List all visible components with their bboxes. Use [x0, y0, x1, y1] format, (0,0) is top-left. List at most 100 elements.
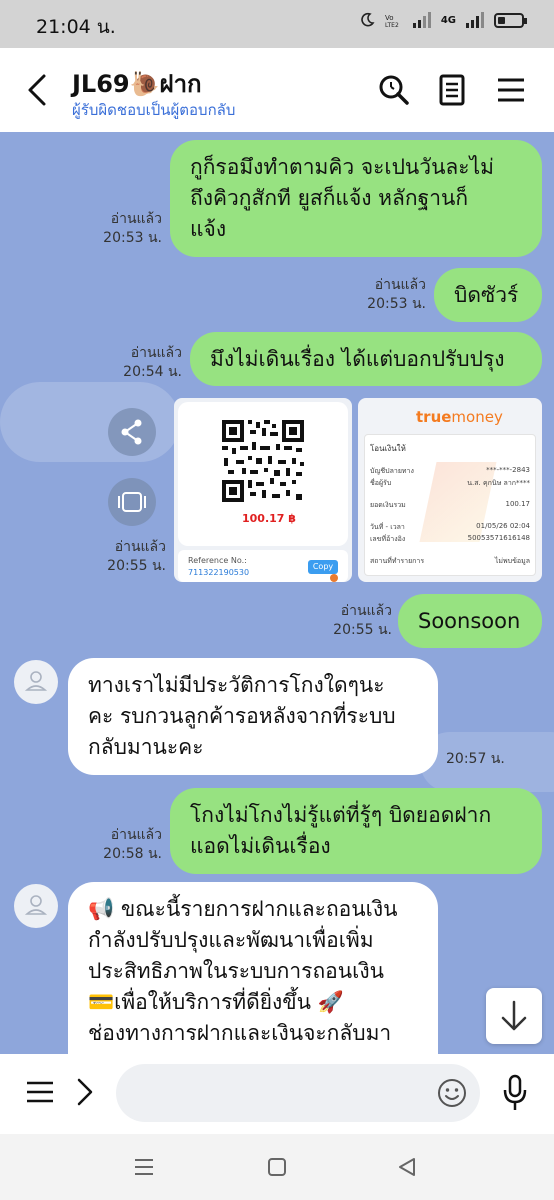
avatar[interactable] — [14, 660, 58, 704]
slip-row-label: ชื่อผู้รับ — [370, 479, 392, 487]
microphone-icon[interactable] — [500, 1074, 530, 1112]
android-navigation-bar — [0, 1134, 554, 1200]
chat-header: JL69🐌ฝาก ผู้รับผิดชอบเป็นผู้ตอบกลับ — [0, 48, 554, 132]
message-bubble-mine[interactable]: มึงไม่เดินเรื่อง ได้แต่บอกปรับปรุง — [190, 332, 542, 386]
truemoney-logo: truemoney — [416, 408, 503, 426]
home-icon[interactable] — [266, 1156, 288, 1178]
slip-row-label: สถานที่ทำรายการ — [370, 557, 425, 565]
message-line: กลับมานะคะ — [88, 735, 204, 759]
message-line: โกงไม่โกงไม่รู้แต่ที่รู้ๆ บิดยอดฝาก — [190, 803, 492, 827]
volte-icon: VoLTE2 — [385, 14, 399, 28]
share-icon — [121, 419, 142, 445]
message-line: 📢 ขณะนี้รายการฝากและถอนเงิน — [88, 897, 398, 921]
slip-row-value: 01/05/26 02:04 — [476, 522, 530, 530]
back-nav-icon[interactable] — [396, 1156, 418, 1178]
qr-code — [220, 418, 306, 504]
expand-arrow-icon[interactable] — [72, 1076, 98, 1108]
message-text: Soonsoon — [418, 609, 521, 633]
message-line: 💳เพื่อให้บริการที่ดียิ่งขึ้น 🚀 — [88, 990, 344, 1014]
message-bubble-mine[interactable]: โกงไม่โกงไม่รู้แต่ที่รู้ๆ บิดยอดฝาก แอดไ… — [170, 788, 542, 874]
network-type: 4G — [440, 14, 456, 26]
message-bubble-mine[interactable]: บิดซัวร์ — [434, 268, 542, 322]
menu-icon[interactable] — [493, 72, 529, 108]
message-meta: อ่านแล้ว 20:54 น. — [112, 344, 182, 382]
status-bar: 21:04 น. Vo LTE2 4G — [0, 0, 554, 48]
message-input[interactable] — [116, 1064, 416, 1122]
slip-heading: โอนเงินให้ — [370, 444, 406, 453]
message-text: มึงไม่เดินเรื่อง ได้แต่บอกปรับปรุง — [210, 347, 505, 371]
scroll-to-bottom-button[interactable] — [486, 988, 542, 1044]
hamburger-icon[interactable] — [24, 1076, 56, 1108]
reference-number: 711322190530 — [188, 568, 250, 577]
message-time: 20:58 น. — [103, 846, 162, 862]
message-line: ทางเราไม่มีประวัติการโกงใดๆนะ — [88, 673, 385, 697]
message-line: กำลังปรับปรุงและพัฒนาเพื่อเพิ่ม — [88, 928, 374, 952]
read-receipt: อ่านแล้ว — [340, 603, 392, 619]
message-bubble-theirs[interactable]: 📢 ขณะนี้รายการฝากและถอนเงิน กำลังปรับปรุ… — [68, 882, 438, 1054]
message-line: กูก็รอมึงทำตามคิว จะเปนวันละไม่ — [190, 155, 494, 179]
message-bubble-mine[interactable]: Soonsoon — [398, 594, 542, 648]
qr-payment-image[interactable]: 100.17 ฿ Reference No.: 711322190530 Cop… — [174, 398, 352, 582]
svg-text:Vo: Vo — [385, 14, 394, 22]
read-receipt: อ่านแล้ว — [114, 539, 166, 555]
message-bubble-mine[interactable]: กูก็รอมึงทำตามคิว จะเปนวันละไม่ ถึงคิวกู… — [170, 140, 542, 257]
message-line: ประสิทธิภาพในระบบการถอนเงิน — [88, 959, 384, 983]
slip-row-value: 50053571616148 — [467, 534, 530, 542]
message-meta: อ่านแล้ว 20:53 น. — [354, 276, 426, 314]
svg-text:LTE2: LTE2 — [385, 22, 399, 28]
message-input-bar — [0, 1054, 554, 1134]
user-icon — [24, 671, 48, 691]
status-icons: Vo LTE2 4G — [359, 12, 527, 28]
keep-button[interactable] — [108, 478, 156, 526]
message-meta: อ่านแล้ว 20:53 น. — [96, 210, 162, 248]
message-line: คะ รบกวนลูกค้ารอหลังจากที่ระบบ — [88, 704, 396, 728]
share-button[interactable] — [108, 408, 156, 456]
message-input-field[interactable] — [116, 1064, 480, 1122]
avatar[interactable] — [14, 884, 58, 928]
slip-row-value: ***-***-2843 — [486, 466, 530, 474]
emoji-icon[interactable] — [436, 1077, 468, 1109]
message-time: 20:53 น. — [103, 230, 162, 246]
message-bubble-theirs[interactable]: ทางเราไม่มีประวัติการโกงใดๆนะ คะ รบกวนลู… — [68, 658, 438, 775]
message-line: แอดไม่เดินเรื่อง — [190, 834, 331, 858]
slip-row-value: 100.17 — [505, 500, 531, 508]
message-line: ถึงคิวกูสักที ยูสก็แจ้ง หลักฐานก็ — [190, 186, 469, 210]
moon-icon — [361, 12, 375, 27]
message-text: บิดซัวร์ — [454, 283, 519, 307]
message-time: 20:54 น. — [123, 364, 182, 380]
message-meta: อ่านแล้ว 20:55 น. — [320, 602, 392, 640]
slip-row-label: วันที่ - เวลา — [370, 523, 405, 531]
recent-apps-icon[interactable] — [132, 1156, 156, 1178]
read-receipt: อ่านแล้ว — [110, 211, 162, 227]
signal-icon — [412, 12, 431, 28]
arrow-down-icon — [501, 1000, 527, 1031]
chat-area[interactable]: อ่านแล้ว 20:53 น. กูก็รอมึงทำตามคิว จะเป… — [0, 132, 554, 1054]
signal-icon-2 — [466, 12, 484, 28]
decorative-dot — [330, 574, 338, 582]
read-receipt: อ่านแล้ว — [374, 277, 426, 293]
slip-row-value: ไม่พบข้อมูล — [494, 557, 530, 565]
search-icon[interactable] — [376, 72, 412, 108]
truemoney-slip-image[interactable]: truemoney โอนเงินให้ บัญชีปลายทาง ***-**… — [358, 398, 542, 582]
read-receipt: อ่านแล้ว — [130, 345, 182, 361]
message-line: แจ้ง — [190, 217, 227, 241]
notes-icon[interactable] — [434, 72, 470, 108]
reference-label: Reference No.: — [188, 556, 247, 565]
message-time: 20:55 น. — [107, 558, 166, 574]
slip-row-label: ยอดเงินรวม — [370, 501, 406, 509]
slip-row-value: น.ส. คุกนิษ ลาก**** — [467, 479, 530, 487]
read-receipt: อ่านแล้ว — [110, 827, 162, 843]
status-time: 21:04 น. — [36, 16, 116, 38]
message-time: 20:53 น. — [367, 296, 426, 312]
slip-row-label: บัญชีปลายทาง — [370, 467, 414, 475]
qr-amount: 100.17 ฿ — [242, 512, 296, 525]
chat-subtitle[interactable]: ผู้รับผิดชอบเป็นผู้ตอบกลับ — [72, 98, 235, 122]
message-line: ช่องทางการฝากและเงินจะกลับมา — [88, 1021, 392, 1045]
message-time: 20:55 น. — [333, 622, 392, 638]
message-meta: อ่านแล้ว 20:58 น. — [96, 826, 162, 864]
user-icon — [24, 895, 48, 915]
message-meta: อ่านแล้ว 20:55 น. — [100, 538, 166, 576]
message-time: 20:57 น. — [446, 751, 505, 767]
back-icon[interactable] — [24, 72, 54, 108]
slip-row-label: เลขที่อ้างอิง — [370, 535, 406, 543]
